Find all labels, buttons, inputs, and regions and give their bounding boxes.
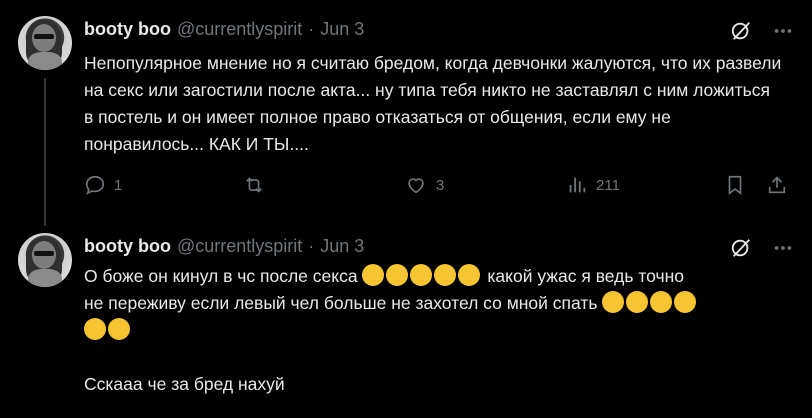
reply-button[interactable]: 1 xyxy=(84,174,122,196)
bookmark-icon xyxy=(728,175,742,195)
post-date[interactable]: Jun 3 xyxy=(320,19,364,40)
post-text-line: Сскааа че за бред нахуй xyxy=(84,374,285,394)
author-handle[interactable]: @currentlyspirit xyxy=(177,19,302,40)
loudly-crying-face-icon xyxy=(362,264,385,286)
views-button[interactable]: 211 xyxy=(566,174,620,196)
author-name[interactable]: booty boo xyxy=(84,236,171,257)
disappointed-face-icon xyxy=(84,318,106,340)
reply-icon xyxy=(85,175,105,195)
heart-icon xyxy=(408,178,424,194)
avatar[interactable] xyxy=(18,233,72,287)
post-text: Непопулярное мнение но я считаю бредом, … xyxy=(84,53,787,154)
more-options-icon[interactable] xyxy=(772,237,794,259)
separator: · xyxy=(308,236,315,256)
post-actions: 1 3 211 xyxy=(84,172,790,202)
share-icon xyxy=(768,176,786,194)
post-text: О боже он кинул в чс после секса какой у… xyxy=(84,263,784,398)
like-button[interactable]: 3 xyxy=(404,174,444,196)
post-text-line: О боже он кинул в чс после секса какой у… xyxy=(84,264,685,286)
like-count: 3 xyxy=(436,176,445,194)
reply-count: 1 xyxy=(114,176,123,194)
thread-connector-line xyxy=(44,78,46,226)
loudly-crying-face-icon xyxy=(386,264,409,286)
views-count: 211 xyxy=(596,176,620,194)
post-header: booty boo @currentlyspirit · Jun 3 xyxy=(84,19,364,40)
bookmark-button[interactable] xyxy=(724,174,746,196)
more-options-icon[interactable] xyxy=(772,20,794,42)
disappointed-face-icon xyxy=(650,291,673,313)
post-header: booty boo @currentlyspirit · Jun 3 xyxy=(84,236,364,257)
grok-icon[interactable] xyxy=(730,237,752,259)
share-button[interactable] xyxy=(766,174,788,196)
tired-face-icon xyxy=(458,264,481,286)
separator: · xyxy=(308,19,315,39)
post-text-line: не переживу если левый чел больше не зах… xyxy=(84,290,784,317)
frowning-face-icon xyxy=(626,291,649,313)
post-date[interactable]: Jun 3 xyxy=(320,236,364,257)
frowning-face-icon xyxy=(602,291,625,313)
tired-face-icon xyxy=(434,264,457,286)
views-bar-chart-icon xyxy=(569,177,586,193)
grok-icon[interactable] xyxy=(730,20,752,42)
repost-icon xyxy=(246,177,262,193)
author-handle[interactable]: @currentlyspirit xyxy=(177,236,302,257)
avatar[interactable] xyxy=(18,16,72,70)
author-name[interactable]: booty boo xyxy=(84,19,171,40)
tired-face-icon xyxy=(410,264,433,286)
disappointed-face-icon xyxy=(108,318,130,340)
repost-button[interactable] xyxy=(242,174,274,196)
post-text-line xyxy=(84,317,784,344)
disappointed-face-icon xyxy=(674,291,697,313)
